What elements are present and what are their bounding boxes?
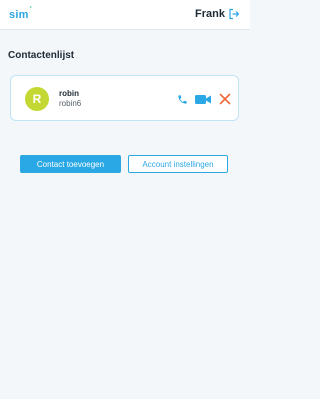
video-call-button[interactable]	[195, 92, 211, 106]
username: Frank	[195, 8, 225, 20]
top-bar: sim° Frank	[0, 0, 250, 30]
contact-card: R robin robin6	[10, 75, 239, 121]
contact-name: robin	[59, 89, 79, 98]
logo-mark: °	[29, 6, 32, 13]
account-settings-button[interactable]: Account instellingen	[128, 155, 228, 173]
logout-button[interactable]	[228, 8, 240, 20]
phone-icon	[177, 94, 187, 104]
contact-id: robin6	[59, 99, 82, 108]
user-area: Frank	[195, 8, 240, 20]
logo-text: sim	[9, 9, 29, 21]
sim-logo[interactable]: sim°	[9, 6, 32, 21]
page-title: Contactenlijst	[8, 50, 75, 61]
add-contact-button[interactable]: Contact toevoegen	[20, 155, 121, 173]
remove-contact-button[interactable]	[218, 92, 232, 106]
logout-icon	[229, 8, 240, 20]
close-icon	[219, 93, 231, 105]
call-button[interactable]	[175, 92, 189, 106]
video-camera-icon	[195, 94, 211, 104]
avatar: R	[25, 87, 49, 111]
